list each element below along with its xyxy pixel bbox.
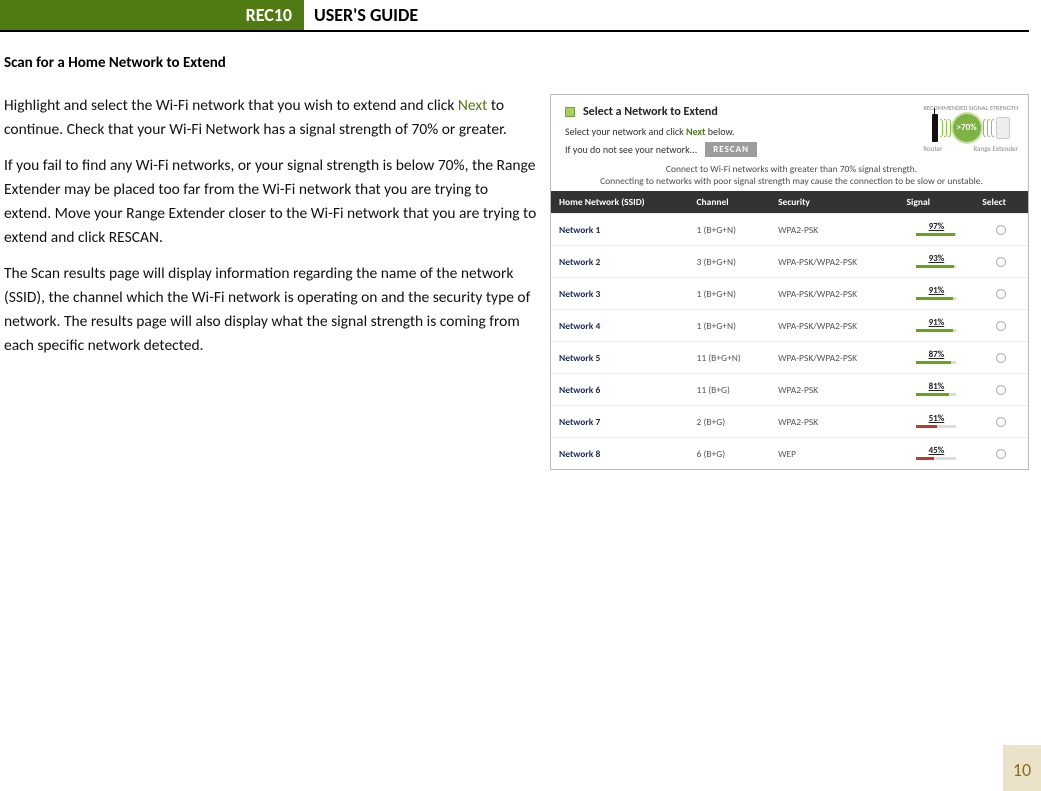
table-row[interactable]: Network 11 (B+G+N)WPA2-PSK97% — [551, 214, 1028, 246]
cell-signal: 91% — [899, 310, 975, 342]
cell-signal: 93% — [899, 246, 975, 278]
cell-ssid: Network 2 — [551, 246, 689, 278]
cell-security: WPA-PSK/WPA2-PSK — [770, 278, 898, 310]
cell-security: WPA-PSK/WPA2-PSK — [770, 310, 898, 342]
figure-note-1: Connect to Wi-Fi networks with greater t… — [565, 163, 1018, 175]
cell-channel: 1 (B+G+N) — [689, 310, 771, 342]
cell-ssid: Network 8 — [551, 438, 689, 470]
router-icon — [932, 114, 938, 142]
cell-signal: 97% — [899, 214, 975, 246]
wave-icon — [940, 119, 951, 137]
paragraph-3: The Scan results page will display infor… — [4, 262, 538, 358]
table-row[interactable]: Network 41 (B+G+N)WPA-PSK/WPA2-PSK91% — [551, 310, 1028, 342]
network-table: Home Network (SSID) Channel Security Sig… — [551, 191, 1028, 469]
cell-channel: 11 (B+G+N) — [689, 342, 771, 374]
cell-ssid: Network 7 — [551, 406, 689, 438]
next-keyword: Next — [458, 96, 487, 115]
table-header-row: Home Network (SSID) Channel Security Sig… — [551, 191, 1028, 214]
cell-ssid: Network 6 — [551, 374, 689, 406]
table-row[interactable]: Network 31 (B+G+N)WPA-PSK/WPA2-PSK91% — [551, 278, 1028, 310]
cell-channel: 2 (B+G) — [689, 406, 771, 438]
header-badge: REC10 — [0, 0, 304, 30]
body-text: Highlight and select the Wi-Fi network t… — [4, 94, 538, 470]
no-signal-text: If you do not see your network... — [565, 143, 697, 156]
table-row[interactable]: Network 86 (B+G)WEP45% — [551, 438, 1028, 470]
col-security: Security — [770, 191, 898, 214]
cell-channel: 1 (B+G+N) — [689, 214, 771, 246]
cell-security: WPA-PSK/WPA2-PSK — [770, 246, 898, 278]
cell-channel: 11 (B+G) — [689, 374, 771, 406]
cell-ssid: Network 1 — [551, 214, 689, 246]
col-ssid: Home Network (SSID) — [551, 191, 689, 214]
scan-screenshot: Select a Network to Extend Select your n… — [550, 94, 1029, 470]
figure-subtitle: Select your network and click Next below… — [565, 125, 757, 138]
cell-security: WPA2-PSK — [770, 406, 898, 438]
cell-signal: 87% — [899, 342, 975, 374]
router-label: Router — [923, 144, 942, 153]
cell-channel: 6 (B+G) — [689, 438, 771, 470]
paragraph-1: Highlight and select the Wi-Fi network t… — [4, 94, 538, 142]
page-content: Scan for a Home Network to Extend Highli… — [0, 32, 1041, 470]
cell-signal: 45% — [899, 438, 975, 470]
page-number-box: 10 — [1003, 745, 1041, 791]
page-header: REC10 USER'S GUIDE — [0, 0, 1029, 32]
cell-security: WPA2-PSK — [770, 214, 898, 246]
bullet-icon — [565, 107, 575, 117]
cell-channel: 3 (B+G+N) — [689, 246, 771, 278]
figure-title-row: Select a Network to Extend — [565, 105, 757, 119]
cell-signal: 91% — [899, 278, 975, 310]
cell-security: WPA-PSK/WPA2-PSK — [770, 342, 898, 374]
cell-security: WPA2-PSK — [770, 374, 898, 406]
header-title: USER'S GUIDE — [304, 0, 418, 30]
table-row[interactable]: Network 72 (B+G)WPA2-PSK51% — [551, 406, 1028, 438]
figure-note-2: Connecting to networks with poor signal … — [565, 175, 1018, 187]
table-row[interactable]: Network 611 (B+G)WPA2-PSK81% — [551, 374, 1028, 406]
cell-channel: 1 (B+G+N) — [689, 278, 771, 310]
section-title: Scan for a Home Network to Extend — [4, 54, 1029, 72]
cell-ssid: Network 5 — [551, 342, 689, 374]
table-row[interactable]: Network 511 (B+G+N)WPA-PSK/WPA2-PSK87% — [551, 342, 1028, 374]
rescan-button[interactable]: RESCAN — [705, 142, 757, 157]
col-signal: Signal — [899, 191, 975, 214]
page-number-column: 10 — [1003, 0, 1041, 791]
cell-ssid: Network 4 — [551, 310, 689, 342]
signal-badge: >70% — [953, 114, 981, 142]
wave-icon — [983, 119, 994, 137]
col-channel: Channel — [689, 191, 771, 214]
cell-signal: 81% — [899, 374, 975, 406]
cell-signal: 51% — [899, 406, 975, 438]
figure-title: Select a Network to Extend — [583, 105, 718, 119]
table-row[interactable]: Network 23 (B+G+N)WPA-PSK/WPA2-PSK93% — [551, 246, 1028, 278]
cell-security: WEP — [770, 438, 898, 470]
cell-ssid: Network 3 — [551, 278, 689, 310]
paragraph-2: If you fail to find any Wi-Fi networks, … — [4, 154, 538, 250]
page-number: 10 — [1003, 759, 1041, 781]
